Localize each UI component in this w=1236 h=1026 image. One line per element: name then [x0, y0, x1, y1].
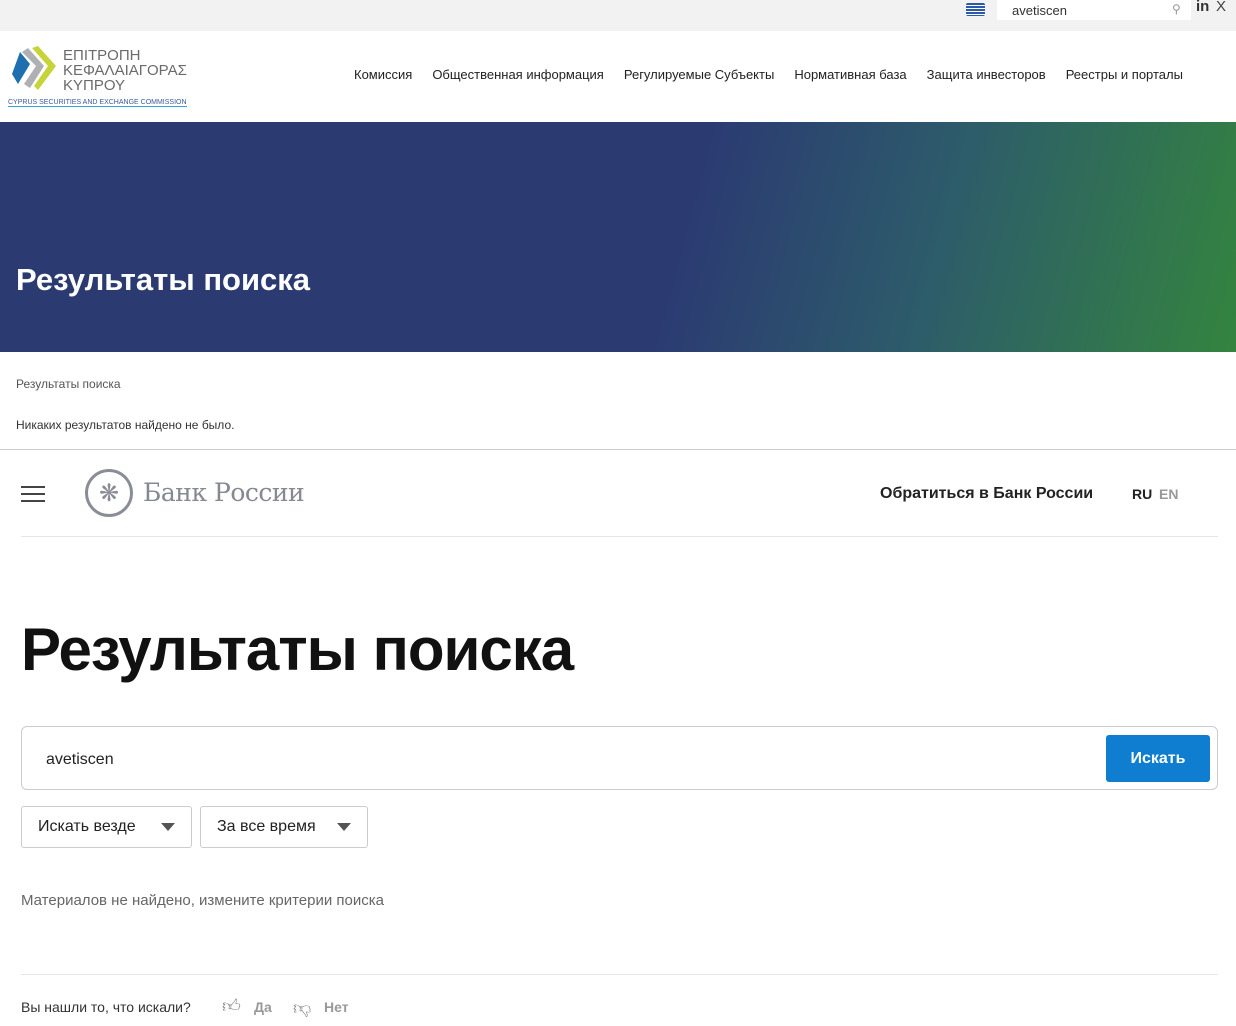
no-materials-message: Материалов не найдено, измените критерии…	[21, 892, 384, 909]
no-button[interactable]: Нет	[324, 999, 349, 1015]
feedback-question: Вы нашли то, что искали?	[21, 999, 191, 1015]
lang-en[interactable]: EN	[1159, 486, 1178, 502]
dropdown-value: За все время	[217, 818, 316, 835]
greek-flag-icon[interactable]	[966, 3, 985, 16]
nav-regulated-entities[interactable]: Регулируемые Субъекты	[624, 67, 774, 82]
cysec-logo-greek: ΕΠΙΤΡΟΠΗ ΚΕΦΑΛΑΙΑΓΟΡΑΣ ΚΥΠΡΟΥ	[63, 48, 187, 93]
nav-investor-protection[interactable]: Защита инвесторов	[927, 67, 1046, 82]
linkedin-icon[interactable]: in	[1196, 0, 1209, 15]
nav-registries[interactable]: Реестры и порталы	[1066, 67, 1183, 82]
no-results-message: Никаких результатов найдено не было.	[16, 418, 235, 432]
cysec-logo-english: CYPRUS SECURITIES AND EXCHANGE COMMISSIO…	[8, 99, 187, 107]
breadcrumb: Результаты поиска	[16, 377, 121, 391]
divider	[21, 536, 1218, 537]
page-title: Результаты поиска	[21, 616, 574, 683]
divider	[0, 449, 1236, 450]
nav-public-info[interactable]: Общественная информация	[432, 67, 604, 82]
logo-line: ΚΕΦΑΛΑΙΑΓΟΡΑΣ	[63, 62, 187, 79]
double-eagle-emblem-icon[interactable]: ❋	[85, 469, 133, 517]
logo-line: ΕΠΙΤΡΟΠΗ	[63, 47, 141, 64]
chevron-down-icon	[161, 823, 175, 831]
scope-dropdown[interactable]: Искать везде	[21, 806, 192, 848]
logo-line: ΚΥΠΡΟΥ	[63, 77, 126, 94]
site-search-input[interactable]	[997, 0, 1191, 20]
thumbs-down-icon[interactable]: 👎︎	[293, 997, 311, 1019]
hero-banner: Результаты поиска	[0, 122, 1236, 352]
nav-commission[interactable]: Комиссия	[354, 67, 412, 82]
search-input[interactable]	[46, 751, 1046, 769]
contact-bank-link[interactable]: Обратиться в Банк России	[880, 485, 1093, 503]
yes-button[interactable]: Да	[254, 999, 272, 1015]
time-dropdown[interactable]: За все время	[200, 806, 368, 848]
thumbs-up-icon[interactable]: 👍︎	[222, 995, 241, 1017]
search-button[interactable]: Искать	[1106, 735, 1210, 782]
divider	[21, 974, 1218, 975]
nav-legal-framework[interactable]: Нормативная база	[794, 67, 906, 82]
search-icon[interactable]: ⚲	[1172, 2, 1181, 16]
x-twitter-icon[interactable]: X	[1216, 0, 1226, 15]
dropdown-value: Искать везде	[38, 818, 136, 835]
hamburger-menu-icon[interactable]	[21, 486, 45, 507]
bank-logo-text[interactable]: Банк России	[143, 478, 305, 507]
hero-title: Результаты поиска	[16, 262, 311, 297]
chevron-down-icon	[337, 823, 351, 831]
main-nav: Комиссия Общественная информация Регулир…	[354, 67, 1183, 82]
lang-ru[interactable]: RU	[1132, 486, 1152, 502]
